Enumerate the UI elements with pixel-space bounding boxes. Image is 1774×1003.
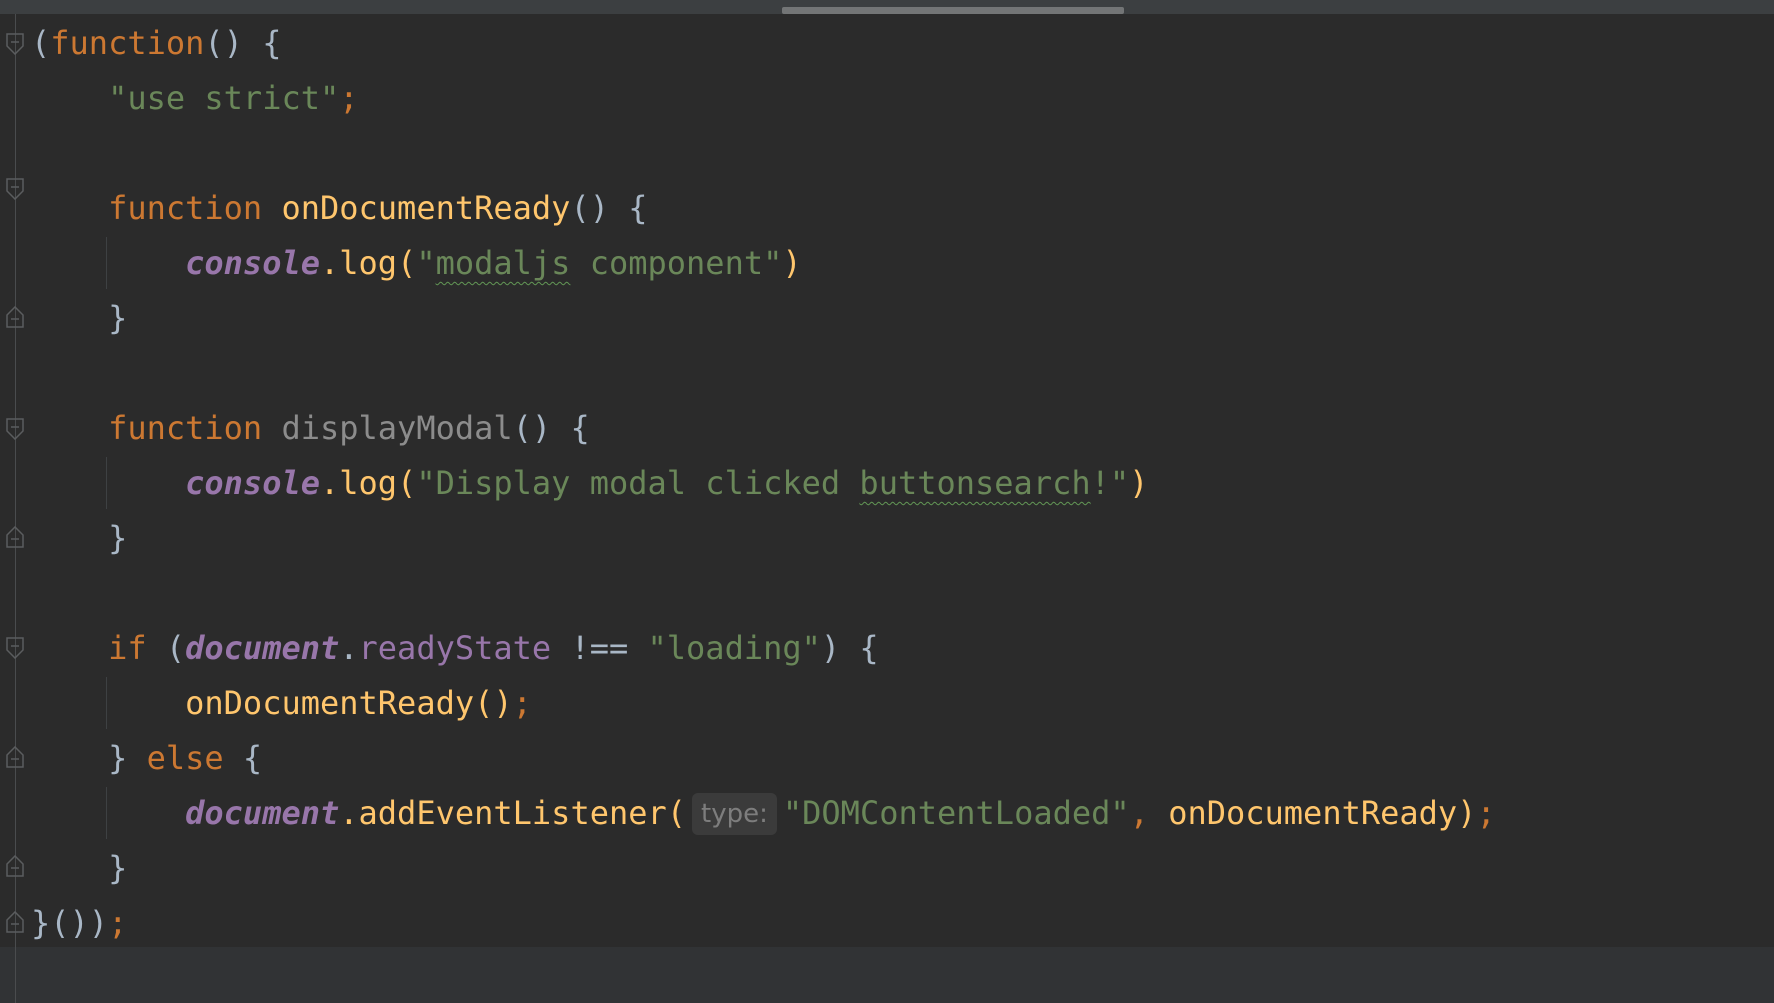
token-punct: () { xyxy=(204,24,282,62)
token-keyword: else xyxy=(146,739,224,777)
token-global: document xyxy=(185,794,340,832)
token-string: "Display modal clicked xyxy=(416,464,860,502)
code-line[interactable]: function onDocumentReady() { xyxy=(31,181,1496,236)
token-string: "loading" xyxy=(647,629,821,667)
editor-empty-area[interactable] xyxy=(0,947,1774,1003)
token-semicolon: ; xyxy=(512,684,532,722)
token-semicolon: ; xyxy=(108,904,128,942)
fold-close-icon[interactable] xyxy=(6,306,24,328)
token-brace: } xyxy=(108,519,128,557)
token-semicolon: ; xyxy=(1476,794,1496,832)
code-line[interactable]: } else { xyxy=(31,731,1496,786)
token-keyword: if xyxy=(108,629,147,667)
code-line[interactable]: if (document.readyState !== "loading") { xyxy=(31,621,1496,676)
token-global: console xyxy=(185,464,320,502)
token-method: .log( xyxy=(319,244,417,282)
token-punct: }()) xyxy=(31,904,109,942)
fold-open-icon[interactable] xyxy=(6,178,24,200)
token-global: console xyxy=(185,244,320,282)
token-string: "DOMContentLoaded" xyxy=(782,794,1130,832)
fold-close-icon[interactable] xyxy=(6,911,24,933)
code-line[interactable]: onDocumentReady(); xyxy=(31,676,1496,731)
token-punct: ( xyxy=(31,24,51,62)
code-line-empty[interactable] xyxy=(31,346,1496,401)
token-punct: ) { xyxy=(820,629,879,667)
token-keyword: function xyxy=(108,189,263,227)
code-line[interactable]: "use strict"; xyxy=(31,71,1496,126)
typo-word: modaljs xyxy=(435,244,571,282)
code-line[interactable]: console.log("modaljs component") xyxy=(31,236,1496,291)
token-global: document xyxy=(185,629,340,667)
code-line[interactable]: console.log("Display modal clicked butto… xyxy=(31,456,1496,511)
token-string: component" xyxy=(570,244,783,282)
fold-close-icon[interactable] xyxy=(6,526,24,548)
token-brace: } xyxy=(108,849,128,887)
token-semicolon: ; xyxy=(339,79,359,117)
code-line[interactable]: } xyxy=(31,511,1496,566)
code-line[interactable]: function displayModal() { xyxy=(31,401,1496,456)
token-brace: } xyxy=(108,299,128,337)
code-line[interactable]: }()); xyxy=(31,896,1496,951)
token-method: .log( xyxy=(319,464,417,502)
parameter-hint: type: xyxy=(692,793,777,835)
token-punct: ) xyxy=(782,244,802,282)
token-punct: ) xyxy=(1457,794,1477,832)
token-string: !" xyxy=(1090,464,1130,502)
token-operator: !== xyxy=(551,629,648,667)
token-punct: ( xyxy=(146,629,186,667)
token-punct: . xyxy=(339,629,359,667)
fold-open-icon[interactable] xyxy=(6,637,24,659)
fold-open-icon[interactable] xyxy=(6,418,24,440)
horizontal-scrollbar-thumb[interactable] xyxy=(782,7,1124,14)
code-line-empty[interactable] xyxy=(31,566,1496,621)
token-punct: () { xyxy=(570,189,648,227)
token-punct: { xyxy=(223,739,263,777)
token-function-name: onDocumentReady xyxy=(281,189,571,227)
token-property: readyState xyxy=(358,629,552,667)
token-method: .addEventListener( xyxy=(339,794,687,832)
token-function-ref: onDocumentReady xyxy=(1168,794,1458,832)
token-function-name-unused: displayModal xyxy=(281,409,513,447)
code-line[interactable]: } xyxy=(31,841,1496,896)
token-punct: ) xyxy=(1129,464,1149,502)
fold-open-icon[interactable] xyxy=(6,33,24,55)
editor-top-bar xyxy=(0,0,1774,14)
token-keyword: function xyxy=(108,409,263,447)
fold-close-icon[interactable] xyxy=(6,855,24,877)
code-line[interactable]: } xyxy=(31,291,1496,346)
code-line-empty[interactable] xyxy=(31,126,1496,181)
typo-word: buttonsearch xyxy=(859,464,1091,502)
token-function-call: onDocumentReady xyxy=(185,684,475,722)
token-keyword: function xyxy=(50,24,205,62)
code-editor[interactable]: (function() { "use strict"; function onD… xyxy=(31,16,1496,951)
token-string: "use strict" xyxy=(108,79,340,117)
token-comma: , xyxy=(1129,794,1169,832)
code-line[interactable]: (function() { xyxy=(31,16,1496,71)
code-line[interactable]: document.addEventListener(type: "DOMConte… xyxy=(31,786,1496,841)
token-string: " xyxy=(416,244,436,282)
fold-close-icon[interactable] xyxy=(6,746,24,768)
token-punct: () { xyxy=(512,409,590,447)
token-brace: } xyxy=(108,739,147,777)
token-punct: () xyxy=(474,684,513,722)
